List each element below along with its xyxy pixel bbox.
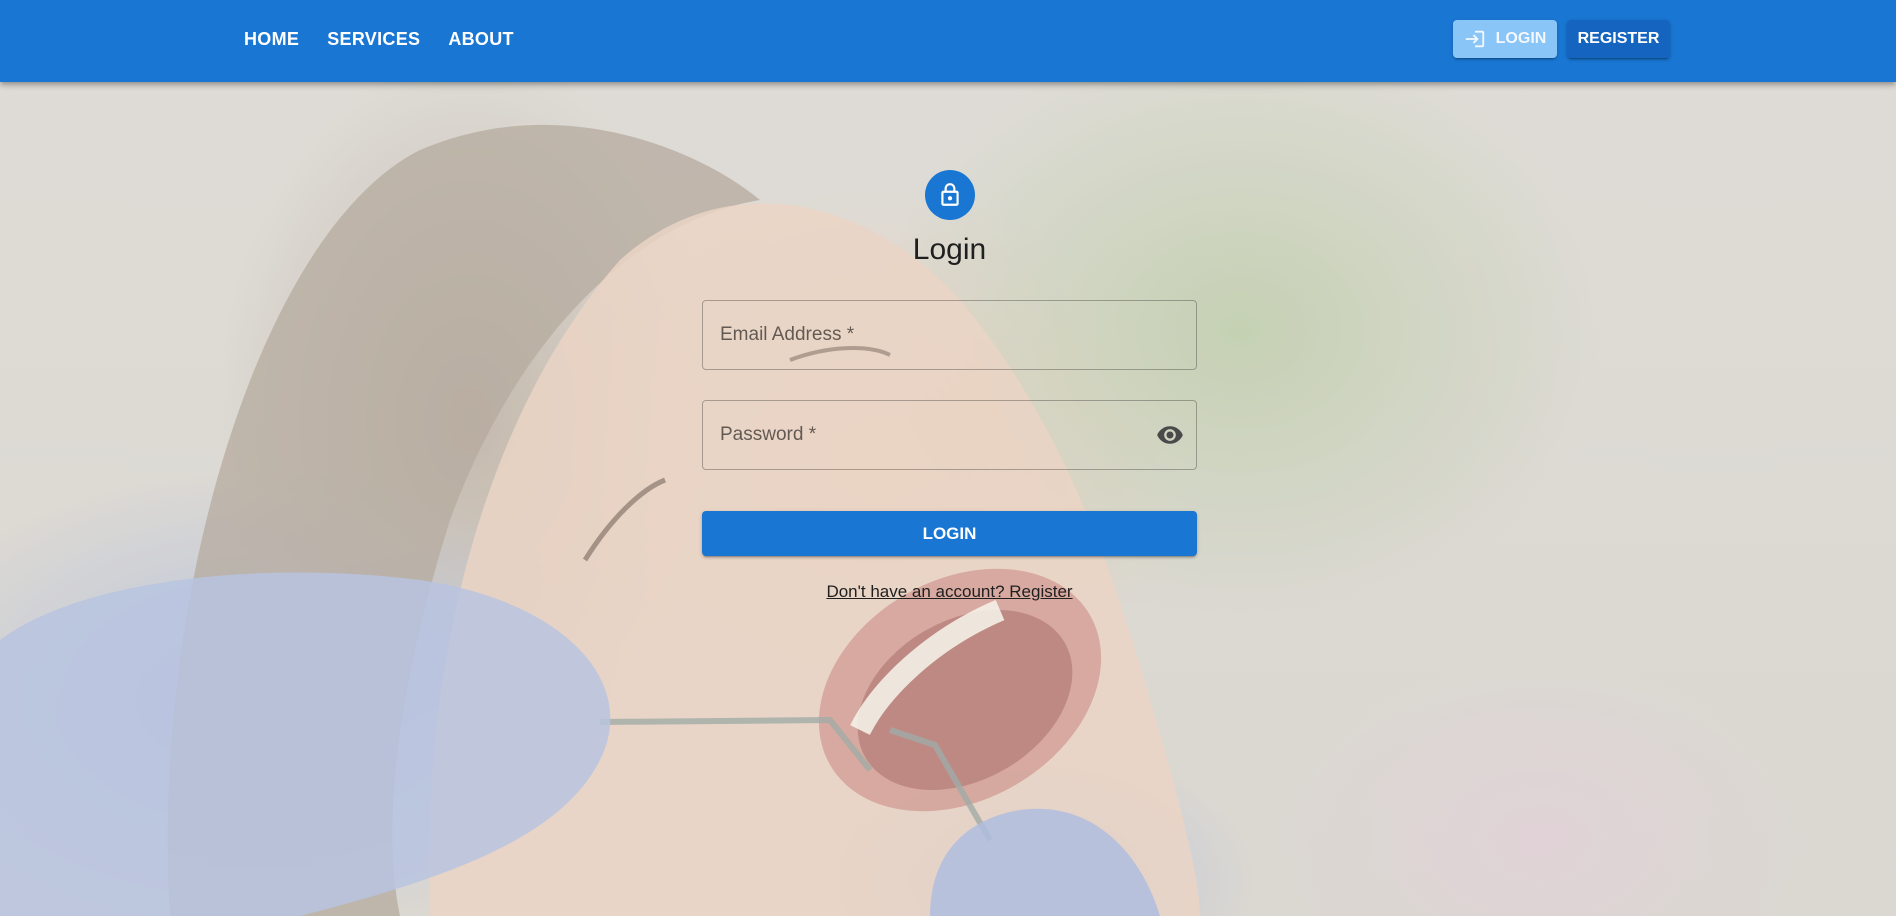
nav-login-button[interactable]: LOGIN: [1453, 20, 1557, 58]
page-title: Login: [912, 233, 987, 266]
password-field-label: Password *: [720, 424, 817, 445]
nav-home-button[interactable]: HOME: [230, 21, 313, 58]
email-field-label: Email Address *: [720, 324, 855, 345]
nav-about-button[interactable]: ABOUT: [434, 21, 528, 58]
password-field[interactable]: Password *: [702, 400, 1197, 470]
lock-avatar: [924, 170, 975, 220]
auth-nav: LOGIN REGISTER: [1453, 20, 1670, 58]
app-bar: HOME SERVICES ABOUT LOGIN REGISTER: [0, 0, 1896, 82]
toggle-password-visibility-button[interactable]: [1156, 423, 1184, 447]
nav-services-button[interactable]: SERVICES: [313, 21, 434, 58]
main-nav: HOME SERVICES ABOUT: [230, 20, 528, 58]
register-link[interactable]: Don't have an account? Register: [826, 582, 1072, 602]
lock-icon: [940, 183, 959, 206]
login-form: Login Email Address * Password * LOGIN D…: [702, 170, 1197, 602]
nav-login-label: LOGIN: [1495, 30, 1547, 47]
eye-icon: [1157, 426, 1183, 444]
login-submit-button[interactable]: LOGIN: [702, 511, 1197, 556]
email-field[interactable]: Email Address *: [702, 300, 1197, 370]
login-icon: [1465, 30, 1484, 48]
nav-register-button[interactable]: REGISTER: [1567, 20, 1670, 58]
